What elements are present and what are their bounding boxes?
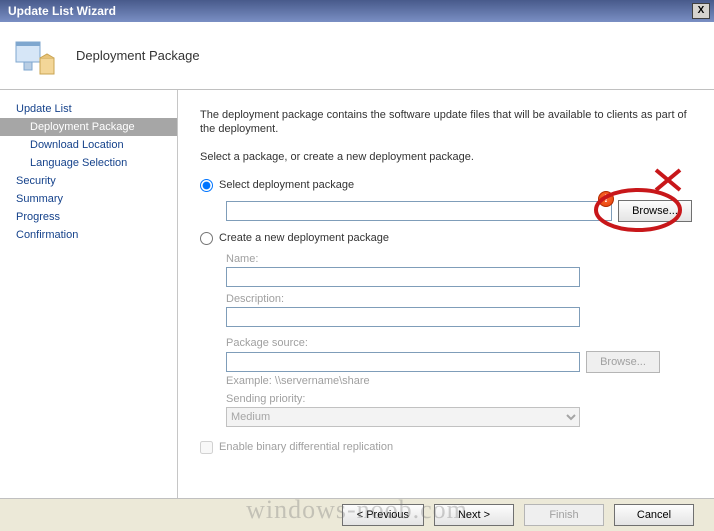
sidebar-item-confirmation[interactable]: Confirmation xyxy=(0,226,177,244)
sidebar-item-download-location[interactable]: Download Location xyxy=(0,136,177,154)
sidebar-item-security[interactable]: Security xyxy=(0,172,177,190)
description-text-2: Select a package, or create a new deploy… xyxy=(200,151,692,163)
header-title: Deployment Package xyxy=(76,48,200,63)
next-button[interactable]: Next > xyxy=(434,504,514,526)
main-content: The deployment package contains the soft… xyxy=(178,90,714,498)
radio-select-deployment-package[interactable]: Select deployment package xyxy=(200,179,692,192)
radio-select-label: Select deployment package xyxy=(219,179,354,191)
binary-diff-checkbox-row[interactable]: Enable binary differential replication xyxy=(200,441,692,454)
close-button[interactable]: X xyxy=(692,3,710,19)
browse-source-button[interactable]: Browse... xyxy=(586,351,660,373)
binary-diff-label: Enable binary differential replication xyxy=(219,441,393,453)
sidebar-item-progress[interactable]: Progress xyxy=(0,208,177,226)
wizard-header: Deployment Package xyxy=(0,22,714,90)
titlebar: Update List Wizard X xyxy=(0,0,714,22)
name-input[interactable] xyxy=(226,267,580,287)
sidebar-item-language-selection[interactable]: Language Selection xyxy=(0,154,177,172)
sidebar-item-summary[interactable]: Summary xyxy=(0,190,177,208)
cancel-button[interactable]: Cancel xyxy=(614,504,694,526)
sidebar-item-deployment-package[interactable]: Deployment Package xyxy=(0,118,177,136)
description-label: Description: xyxy=(226,293,692,305)
example-text: Example: \\servername\share xyxy=(226,375,692,387)
select-package-input[interactable] xyxy=(226,201,612,221)
description-input[interactable] xyxy=(226,307,580,327)
description-text-1: The deployment package contains the soft… xyxy=(200,108,692,137)
sidebar-item-update-list[interactable]: Update List xyxy=(0,100,177,118)
error-icon: ! xyxy=(598,191,614,207)
titlebar-text: Update List Wizard xyxy=(8,4,692,18)
package-icon xyxy=(10,32,58,80)
finish-button[interactable]: Finish xyxy=(524,504,604,526)
sending-priority-label: Sending priority: xyxy=(226,393,692,405)
radio-create-deployment-package[interactable]: Create a new deployment package xyxy=(200,232,692,245)
radio-create-input[interactable] xyxy=(200,232,213,245)
sending-priority-select[interactable]: Medium xyxy=(226,407,580,427)
previous-button[interactable]: < Previous xyxy=(342,504,424,526)
package-source-label: Package source: xyxy=(226,337,692,349)
binary-diff-checkbox[interactable] xyxy=(200,441,213,454)
package-source-input[interactable] xyxy=(226,352,580,372)
radio-select-input[interactable] xyxy=(200,179,213,192)
name-label: Name: xyxy=(226,253,692,265)
sidebar: Update List Deployment Package Download … xyxy=(0,90,178,498)
browse-select-button[interactable]: Browse... xyxy=(618,200,692,222)
button-bar: < Previous Next > Finish Cancel xyxy=(0,498,714,531)
radio-create-label: Create a new deployment package xyxy=(219,232,389,244)
